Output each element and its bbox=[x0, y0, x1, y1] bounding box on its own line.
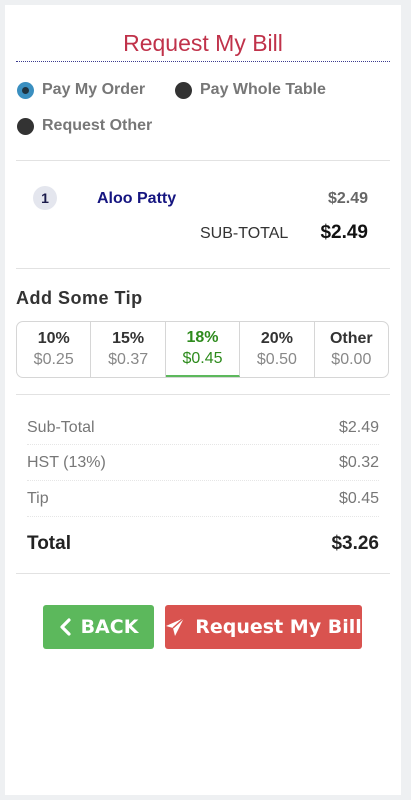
radio-unselected-icon bbox=[175, 81, 192, 99]
divider bbox=[16, 160, 390, 161]
paper-plane-icon bbox=[165, 617, 185, 637]
row-separator bbox=[27, 516, 379, 517]
radio-pay-my-order[interactable]: Pay My Order bbox=[17, 81, 145, 99]
tip-option-10[interactable]: 10% $0.25 bbox=[17, 322, 92, 377]
radio-label: Pay Whole Table bbox=[200, 81, 326, 98]
divider bbox=[16, 394, 390, 395]
summary-label: HST (13%) bbox=[27, 454, 106, 471]
row-separator bbox=[27, 444, 379, 445]
radio-selected-icon bbox=[17, 81, 34, 99]
request-bill-button[interactable]: Request My Bill bbox=[165, 605, 362, 649]
tip-amount: $0.45 bbox=[182, 350, 223, 367]
divider bbox=[16, 268, 390, 269]
back-button-label: BACK bbox=[80, 616, 139, 638]
tip-option-15[interactable]: 15% $0.37 bbox=[91, 322, 166, 377]
summary-row-subtotal: Sub-Total $2.49 bbox=[27, 419, 379, 437]
summary-value: $0.32 bbox=[338, 454, 379, 471]
item-name: Aloo Patty bbox=[97, 190, 177, 207]
tip-amount: $0.25 bbox=[33, 351, 74, 368]
chevron-left-icon bbox=[59, 618, 71, 636]
tip-amount: $0.37 bbox=[108, 351, 149, 368]
order-subtotal-label: SUB-TOTAL bbox=[200, 225, 289, 242]
back-button[interactable]: BACK bbox=[43, 605, 154, 649]
item-price: $2.49 bbox=[327, 190, 368, 207]
radio-label: Pay My Order bbox=[42, 81, 146, 98]
summary-value: $2.49 bbox=[338, 419, 379, 436]
radio-label: Request Other bbox=[42, 117, 153, 134]
tip-percent: 10% bbox=[37, 330, 70, 347]
tip-heading: Add Some Tip bbox=[16, 288, 143, 308]
tip-amount: $0.50 bbox=[256, 351, 297, 368]
row-separator bbox=[27, 480, 379, 481]
tip-option-18[interactable]: 18% $0.45 bbox=[165, 322, 241, 377]
total-label: Total bbox=[27, 533, 71, 554]
tip-percent: Other bbox=[329, 330, 373, 347]
tip-selector: 10% $0.25 15% $0.37 18% $0.45 20% $0.50 … bbox=[16, 321, 389, 378]
page-title: Request My Bill bbox=[123, 30, 283, 56]
summary-label: Tip bbox=[27, 490, 49, 507]
radio-pay-whole-table[interactable]: Pay Whole Table bbox=[175, 81, 326, 99]
title-divider bbox=[16, 61, 390, 62]
tip-percent: 20% bbox=[260, 330, 293, 347]
radio-unselected-icon bbox=[17, 117, 34, 135]
divider bbox=[16, 573, 390, 574]
radio-request-other[interactable]: Request Other bbox=[17, 117, 152, 135]
summary-row-hst: HST (13%) $0.32 bbox=[27, 454, 379, 472]
tip-percent: 18% bbox=[186, 329, 219, 346]
item-quantity-badge: 1 bbox=[33, 186, 57, 210]
summary-value: $0.45 bbox=[338, 490, 379, 507]
tip-amount: $0.00 bbox=[331, 351, 372, 368]
order-subtotal-value: $2.49 bbox=[320, 222, 368, 243]
summary-label: Sub-Total bbox=[27, 419, 95, 436]
summary-total: Total $3.26 bbox=[27, 533, 379, 555]
tip-option-other[interactable]: Other $0.00 bbox=[315, 322, 388, 377]
request-button-label: Request My Bill bbox=[195, 616, 362, 638]
total-value: $3.26 bbox=[331, 533, 379, 554]
tip-percent: 15% bbox=[112, 330, 145, 347]
tip-option-20[interactable]: 20% $0.50 bbox=[240, 322, 315, 377]
summary-row-tip: Tip $0.45 bbox=[27, 490, 379, 508]
